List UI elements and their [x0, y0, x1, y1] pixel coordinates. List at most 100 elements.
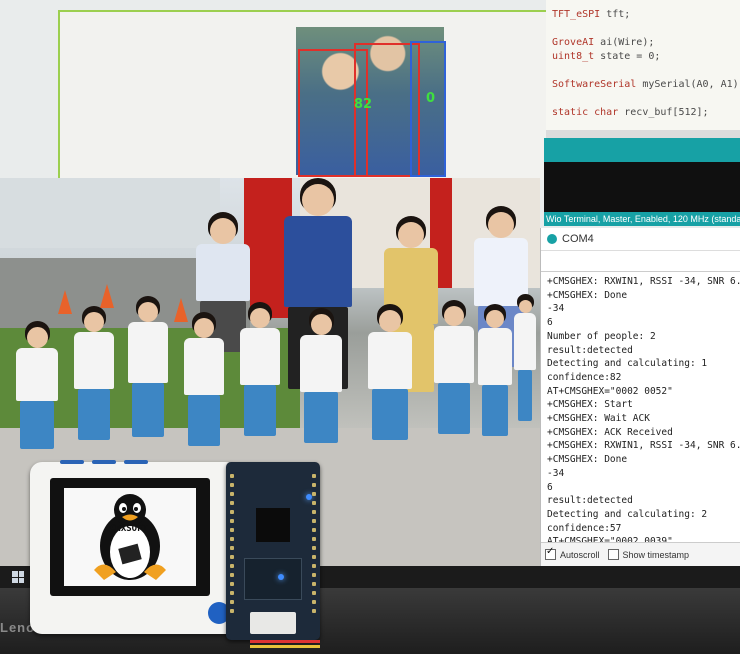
header-pin	[312, 501, 316, 505]
detection-image: 82 0	[296, 27, 446, 177]
code-line: uint8_t state = 0;	[552, 50, 740, 64]
code-keyword: SoftwareSerial	[552, 79, 637, 90]
serial-send-input[interactable]	[541, 250, 740, 272]
ide-status-bar: Wio Terminal, Master, Enabled, 120 MHz (…	[544, 212, 740, 226]
person	[124, 296, 172, 458]
lower-garment	[372, 389, 408, 440]
autoscroll-checkbox[interactable]	[545, 546, 556, 560]
serial-line: +CMSGHEX: RXWIN1, RSSI -34, SNR 6.0	[547, 276, 740, 287]
lower-garment	[438, 383, 470, 434]
shirt	[300, 335, 342, 392]
person	[430, 300, 478, 452]
editor-scrollbar[interactable]	[546, 130, 740, 138]
person	[510, 294, 540, 446]
grove-connector[interactable]	[250, 612, 296, 634]
lower-garment	[518, 370, 532, 421]
code-keyword: static char	[552, 107, 619, 118]
header-pin	[312, 573, 316, 577]
shirt	[434, 326, 474, 383]
code-keyword: uint8_t	[552, 51, 595, 62]
header-pin	[230, 492, 234, 496]
header-pin	[230, 483, 234, 487]
header-pin	[230, 582, 234, 586]
serial-line: +CMSGHEX: RXWIN1, RSSI -34, SNR 6.0	[547, 440, 740, 452]
shirt	[184, 338, 224, 395]
face	[519, 300, 532, 313]
confidence-label: 82	[354, 97, 373, 112]
lower-garment	[132, 383, 164, 437]
face	[210, 218, 236, 244]
header-pin	[230, 555, 234, 559]
header-pin	[230, 609, 234, 613]
lower-garment	[78, 389, 110, 440]
code-editor[interactable]: TFT_eSPI tft; GroveAI ai(Wire); uint8_t st…	[546, 0, 740, 130]
cable	[250, 640, 320, 643]
header-pin	[230, 501, 234, 505]
serial-line: +CMSGHEX: Done	[547, 289, 628, 301]
code-text: state = 0;	[594, 51, 661, 62]
shirt	[240, 328, 280, 385]
cable	[250, 645, 320, 648]
header-pin	[312, 600, 316, 604]
person	[180, 312, 228, 464]
code-line: static char recv_buf[512];	[552, 106, 740, 120]
face	[444, 306, 464, 326]
person	[296, 308, 346, 460]
serial-line: confidence:82	[547, 371, 622, 383]
header-pin	[230, 474, 234, 478]
face	[488, 212, 514, 238]
lower-garment	[244, 385, 276, 436]
header-pin	[312, 528, 316, 532]
ide-console-output	[544, 162, 740, 214]
serial-line: result:detected	[547, 344, 633, 356]
face	[379, 310, 401, 332]
person	[364, 304, 416, 456]
header-pin	[312, 537, 316, 541]
header-pin	[230, 591, 234, 595]
header-pin	[312, 474, 316, 478]
code-text: ai(Wire);	[594, 37, 655, 48]
mcu-chip	[256, 508, 290, 542]
autoscroll-label: Autoscroll	[560, 549, 600, 560]
serial-port-title: COM4	[562, 233, 594, 245]
device-button[interactable]	[60, 460, 84, 464]
code-keyword: TFT_eSPI	[552, 9, 601, 20]
serial-line: AT+CMSGHEX="0002 0052"	[547, 385, 673, 397]
code-text: recv_buf[512];	[618, 107, 709, 118]
confidence-label: 0	[426, 91, 436, 106]
serial-line: confidence:57	[547, 522, 622, 534]
device-button[interactable]	[92, 460, 116, 464]
windows-start-icon[interactable]	[12, 571, 24, 583]
header-pin	[312, 609, 316, 613]
header-pin	[312, 519, 316, 523]
shirt	[368, 332, 412, 389]
wio-terminal-device: CNXSOFT	[30, 460, 238, 634]
lower-garment	[304, 392, 338, 443]
person	[236, 302, 284, 454]
code-text: tft;	[600, 9, 631, 20]
header-pin	[230, 573, 234, 577]
shirt	[478, 328, 512, 385]
serial-footer: Autoscroll Show timestamp	[541, 542, 740, 566]
logo-text: CNXSOFT	[110, 524, 148, 534]
header-pin	[312, 483, 316, 487]
dev-board	[226, 462, 320, 640]
lower-garment	[188, 395, 220, 446]
person	[70, 306, 118, 458]
module-chip	[244, 558, 302, 600]
header-pin	[230, 546, 234, 550]
code-text: mySerial(A0, A1); //	[642, 79, 740, 90]
serial-line: Detecting and calculating: 2	[547, 508, 708, 520]
header-pin	[230, 564, 234, 568]
lower-garment	[482, 385, 508, 436]
header-pin	[312, 546, 316, 550]
timestamp-checkbox[interactable]	[607, 549, 619, 560]
shirt	[514, 313, 536, 370]
face	[311, 314, 332, 335]
serial-output: +CMSGHEX: RXWIN1, RSSI -34, SNR 6.0 +CMSG…	[541, 272, 740, 549]
shirt	[284, 216, 352, 307]
device-button[interactable]	[124, 460, 148, 464]
